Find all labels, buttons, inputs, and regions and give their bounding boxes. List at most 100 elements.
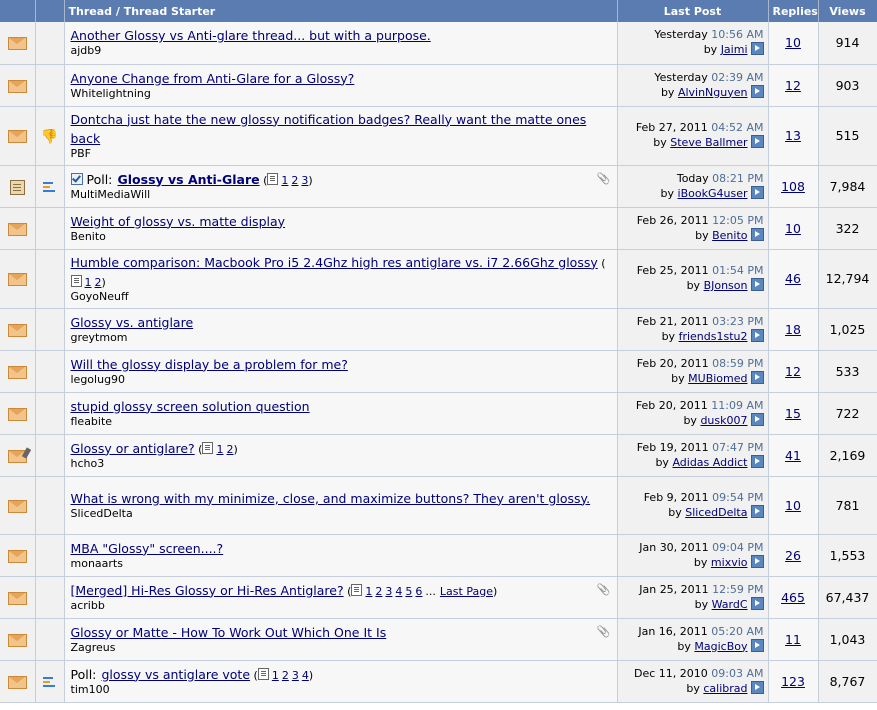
thread-starter[interactable]: greytmom (71, 331, 611, 345)
thread-starter[interactable]: acribb (71, 599, 611, 613)
replies-count-link[interactable]: 11 (785, 632, 801, 647)
page-link[interactable]: 3 (385, 585, 392, 598)
thread-starter[interactable]: Zagreus (71, 641, 611, 655)
page-link[interactable]: 2 (291, 174, 298, 187)
thread-title-link[interactable]: Glossy or antiglare? (71, 441, 195, 456)
replies-count-link[interactable]: 123 (781, 674, 805, 689)
go-to-last-post-icon[interactable] (750, 185, 764, 199)
header-views[interactable]: Views (818, 0, 877, 22)
lastpost-user-link[interactable]: BJonson (704, 279, 748, 292)
go-to-last-post-icon[interactable] (750, 638, 764, 652)
page-link[interactable]: 1 (85, 276, 92, 289)
replies-count-link[interactable]: 465 (781, 590, 805, 605)
lastpost-time: 03:23 PM (712, 314, 764, 328)
go-to-last-post-icon[interactable] (750, 504, 764, 518)
replies-count-link[interactable]: 108 (781, 179, 805, 194)
thread-starter[interactable]: fleabite (71, 415, 611, 429)
replies-count-link[interactable]: 10 (785, 498, 801, 513)
replies-count-link[interactable]: 15 (785, 406, 801, 421)
go-to-last-post-icon[interactable] (750, 680, 764, 694)
lastpost-user-link[interactable]: Benito (712, 229, 747, 242)
go-to-last-post-icon[interactable] (750, 596, 764, 610)
thread-title-link[interactable]: Another Glossy vs Anti-glare thread... b… (71, 28, 431, 43)
page-link[interactable]: 1 (365, 585, 372, 598)
page-link[interactable]: 3 (301, 174, 308, 187)
lastpost-user-link[interactable]: MagicBoy (694, 640, 747, 653)
thread-starter[interactable]: PBF (71, 147, 611, 161)
multipage-icon (267, 172, 279, 185)
go-to-last-post-icon[interactable] (750, 328, 764, 342)
replies-count-link[interactable]: 12 (785, 364, 801, 379)
thread-starter[interactable]: GoyoNeuff (71, 290, 611, 304)
go-to-last-post-icon[interactable] (750, 84, 764, 98)
lastpost-user-link[interactable]: MUBiomed (688, 372, 747, 385)
header-thread[interactable]: Thread / Thread Starter (64, 0, 618, 22)
thread-starter[interactable]: monaarts (71, 557, 611, 571)
lastpost-user-link[interactable]: Jaimi (721, 43, 748, 56)
go-to-last-post-icon[interactable] (750, 412, 764, 426)
go-to-last-post-icon[interactable] (750, 135, 764, 148)
replies-count-link[interactable]: 41 (785, 448, 801, 463)
lastpost-user-link[interactable]: Steve Ballmer (670, 136, 747, 149)
replies-count-link[interactable]: 10 (785, 221, 801, 236)
thread-starter[interactable]: tim100 (71, 683, 611, 697)
page-link[interactable]: 2 (282, 669, 289, 682)
thread-replies-cell: 41 (768, 434, 819, 477)
page-link[interactable]: 2 (375, 585, 382, 598)
lastpost-user-link[interactable]: friends1stu2 (679, 330, 748, 343)
lastpost-user-link[interactable]: WardC (712, 598, 748, 611)
go-to-last-post-icon[interactable] (750, 454, 764, 468)
last-page-link[interactable]: Last Page (440, 585, 493, 598)
go-to-last-post-icon[interactable] (750, 370, 764, 384)
replies-count-link[interactable]: 26 (785, 548, 801, 563)
thread-starter[interactable]: MultiMediaWill (71, 188, 611, 202)
thread-starter[interactable]: hcho3 (71, 457, 611, 471)
header-replies[interactable]: Replies (768, 0, 819, 22)
thread-title-link[interactable]: glossy vs antiglare vote (102, 667, 251, 682)
lastpost-user-link[interactable]: dusk007 (700, 414, 747, 427)
lastpost-user-link[interactable]: AlvinNguyen (678, 86, 748, 99)
thread-starter[interactable]: legolug90 (71, 373, 611, 387)
thread-starter[interactable]: Whitelightning (71, 87, 611, 101)
page-link[interactable]: 4 (395, 585, 402, 598)
page-link[interactable]: 2 (95, 276, 102, 289)
lastpost-user-link[interactable]: mixvio (711, 556, 748, 569)
replies-count-link[interactable]: 46 (785, 271, 801, 286)
thread-title-link[interactable]: Glossy vs. antiglare (71, 315, 194, 330)
page-link[interactable]: 3 (292, 669, 299, 682)
replies-count-link[interactable]: 13 (785, 128, 801, 143)
header-lastpost[interactable]: Last Post (617, 0, 769, 22)
replies-count-link[interactable]: 10 (785, 35, 801, 50)
thread-title-link[interactable]: Anyone Change from Anti-Glare for a Glos… (71, 71, 355, 86)
thread-starter[interactable]: Benito (71, 230, 611, 244)
page-link[interactable]: 1 (281, 174, 288, 187)
thread-title-link[interactable]: stupid glossy screen solution question (71, 399, 310, 414)
page-link[interactable]: 1 (216, 443, 223, 456)
go-to-last-post-icon[interactable] (750, 278, 764, 291)
page-link[interactable]: 1 (272, 669, 279, 682)
thread-title-link[interactable]: MBA "Glossy" screen....? (71, 541, 224, 556)
lastpost-user-link[interactable]: Adidas Addict (672, 456, 747, 469)
thread-title-link[interactable]: Dontcha just hate the new glossy notific… (71, 112, 587, 146)
page-link[interactable]: 5 (405, 585, 412, 598)
lastpost-user-link[interactable]: SlicedDelta (685, 506, 747, 519)
lastpost-user-link[interactable]: iBookG4user (678, 187, 748, 200)
thread-starter[interactable]: ajdb9 (71, 44, 611, 58)
page-link[interactable]: 4 (302, 669, 309, 682)
page-link[interactable]: 6 (415, 585, 422, 598)
replies-count-link[interactable]: 18 (785, 322, 801, 337)
thread-title-link[interactable]: [Merged] Hi-Res Glossy or Hi-Res Antigla… (71, 583, 344, 598)
thread-title-link[interactable]: Weight of glossy vs. matte display (71, 214, 286, 229)
thread-title-link[interactable]: Glossy or Matte - How To Work Out Which … (71, 625, 387, 640)
page-link[interactable]: 2 (226, 443, 233, 456)
thread-starter[interactable]: SlicedDelta (71, 507, 611, 521)
thread-title-link[interactable]: Will the glossy display be a problem for… (71, 357, 348, 372)
go-to-last-post-icon[interactable] (750, 42, 764, 56)
lastpost-user-link[interactable]: calibrad (703, 682, 747, 695)
go-to-last-post-icon[interactable] (750, 227, 764, 241)
replies-count-link[interactable]: 12 (785, 78, 801, 93)
thread-title-link[interactable]: Glossy vs Anti-Glare (118, 172, 260, 187)
thread-title-link[interactable]: Humble comparison: Macbook Pro i5 2.4Ghz… (71, 255, 598, 270)
thread-title-link[interactable]: What is wrong with my minimize, close, a… (71, 491, 591, 506)
go-to-last-post-icon[interactable] (750, 554, 764, 568)
